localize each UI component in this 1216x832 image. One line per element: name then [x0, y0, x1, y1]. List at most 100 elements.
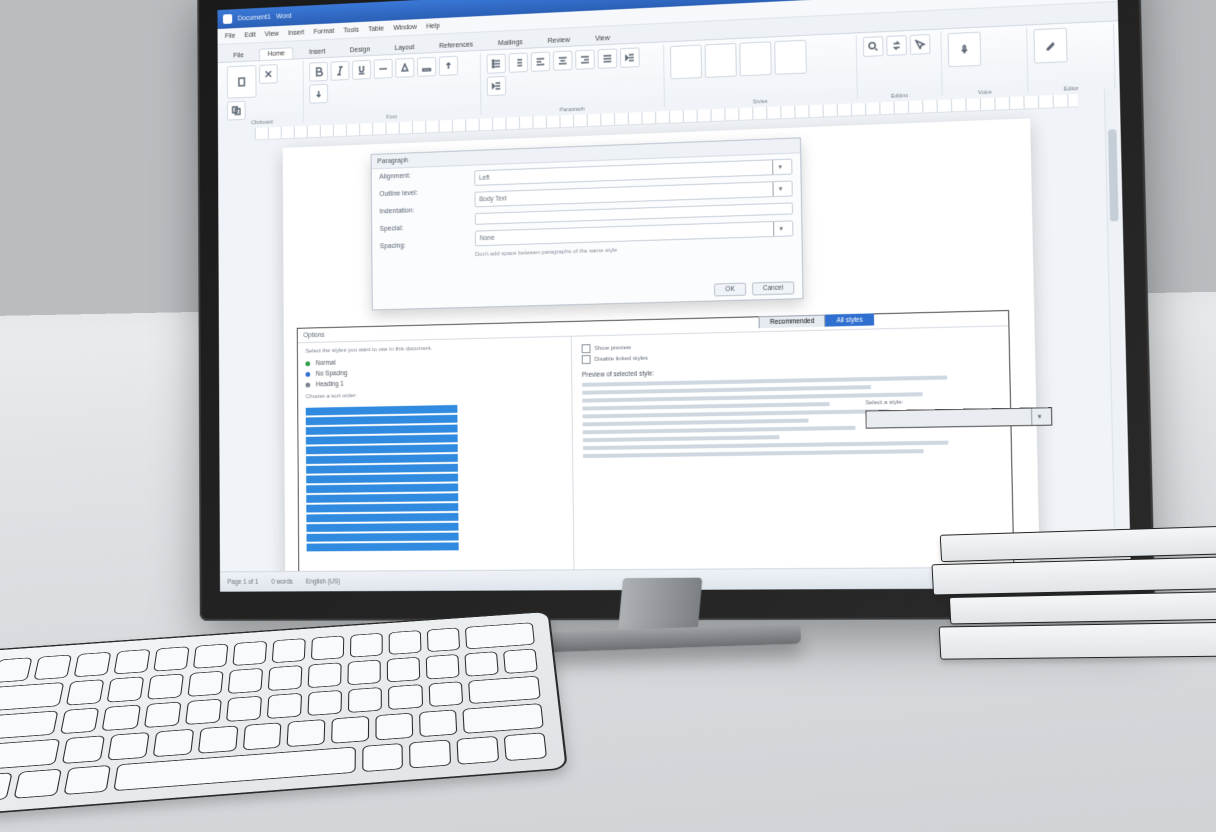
chevron-down-icon: ▾	[772, 160, 787, 174]
paragraph-dialog[interactable]: Paragraph Alignment: Outline level: Inde…	[371, 137, 804, 310]
menu-file[interactable]: File	[225, 32, 235, 39]
screen: Document1 Word ― ▢ ✕ File Edit View Inse…	[217, 0, 1131, 592]
font-color-button[interactable]	[395, 58, 414, 78]
book	[931, 556, 1216, 595]
editor-area: Paragraph Alignment: Outline level: Inde…	[218, 88, 1131, 572]
select-style-field[interactable]: ▾	[865, 407, 1052, 429]
ribbon-group-clipboard: Clipboard	[221, 61, 303, 129]
style-normal[interactable]	[670, 45, 702, 80]
cut-button[interactable]	[259, 64, 278, 84]
subtab-recommended[interactable]: Recommended	[759, 315, 826, 329]
menu-window[interactable]: Window	[393, 24, 417, 32]
style-row[interactable]	[306, 405, 458, 416]
ribbon-group-editing: Editing	[857, 31, 943, 103]
strike-button[interactable]	[373, 59, 392, 79]
chevron-down-icon: ▾	[1031, 408, 1047, 425]
menu-edit[interactable]: Edit	[244, 31, 255, 38]
align-left-button[interactable]	[531, 52, 551, 72]
scrollbar-thumb[interactable]	[1108, 129, 1119, 221]
book	[939, 621, 1216, 659]
style-row[interactable]	[306, 474, 458, 484]
underline-button[interactable]	[352, 60, 371, 80]
style-row[interactable]	[306, 483, 458, 493]
italic-button[interactable]	[330, 61, 349, 81]
ribbon-tab-references[interactable]: References	[430, 38, 481, 52]
menu-format[interactable]: Format	[313, 28, 334, 36]
dialog-label-alignment: Alignment:	[379, 171, 465, 186]
style-row[interactable]	[306, 513, 458, 522]
book-stack	[930, 525, 1216, 731]
indent-inc-button[interactable]	[487, 76, 506, 96]
ribbon-tab-design[interactable]: Design	[341, 43, 378, 56]
dialog-label-spacing: Spacing:	[380, 241, 466, 255]
ribbon-group-voice: Voice	[941, 28, 1028, 100]
align-right-button[interactable]	[576, 49, 596, 69]
copy-button[interactable]	[227, 101, 246, 121]
placeholder-line	[583, 435, 780, 442]
style-row[interactable]	[306, 454, 458, 464]
select-button[interactable]	[910, 34, 931, 55]
ribbon-tab-layout[interactable]: Layout	[386, 41, 423, 54]
status-dot-icon	[305, 361, 310, 366]
styles-left-pane: Select the styles you want to use in thi…	[298, 337, 575, 573]
style-heading1[interactable]	[705, 43, 737, 78]
style-row[interactable]	[306, 425, 458, 435]
style-row[interactable]	[306, 464, 458, 474]
bullets-button[interactable]	[487, 54, 506, 74]
ribbon-group-editor: Editor	[1027, 23, 1115, 96]
dialog-label-indent: Indentation:	[380, 206, 466, 221]
menu-table[interactable]: Table	[368, 25, 384, 32]
style-row[interactable]	[306, 533, 458, 542]
dictate-button[interactable]	[948, 32, 982, 68]
dialog-ok-button[interactable]: OK	[714, 283, 746, 297]
subtab-all-styles[interactable]: All styles	[825, 313, 874, 326]
book	[949, 590, 1216, 624]
status-page[interactable]: Page 1 of 1	[227, 578, 258, 585]
style-row[interactable]	[306, 493, 458, 503]
font-size-up-button[interactable]	[439, 56, 458, 76]
status-words[interactable]: 0 words	[271, 578, 292, 585]
ribbon-tab-view[interactable]: View	[586, 32, 618, 45]
indent-dec-button[interactable]	[620, 47, 640, 67]
justify-button[interactable]	[598, 48, 618, 68]
ribbon-tab-home[interactable]: Home	[259, 47, 293, 60]
style-row[interactable]	[306, 415, 458, 425]
replace-button[interactable]	[886, 35, 907, 56]
ribbon-tab-mailings[interactable]: Mailings	[489, 36, 531, 50]
style-row[interactable]	[306, 503, 458, 512]
highlight-button[interactable]	[417, 57, 436, 77]
subwindow-options-button[interactable]: Options	[303, 331, 324, 338]
status-lang[interactable]: English (US)	[306, 578, 340, 585]
style-title[interactable]	[774, 40, 807, 75]
special-select[interactable]: None▾	[475, 220, 794, 246]
placeholder-line	[583, 419, 809, 427]
ribbon-tab-insert[interactable]: Insert	[301, 45, 334, 58]
find-button[interactable]	[863, 36, 884, 57]
placeholder-line	[583, 449, 923, 458]
numbering-button[interactable]	[509, 53, 528, 73]
menu-view[interactable]: View	[265, 30, 279, 37]
menu-help[interactable]: Help	[426, 22, 440, 29]
style-row[interactable]	[306, 434, 458, 444]
monitor: Document1 Word ― ▢ ✕ File Edit View Inse…	[197, 0, 1155, 621]
style-row[interactable]	[306, 523, 458, 532]
ribbon-tab-file[interactable]: File	[225, 49, 252, 62]
align-center-button[interactable]	[553, 51, 573, 71]
window-title-document: Document1	[238, 14, 271, 22]
document-page[interactable]: Paragraph Alignment: Outline level: Inde…	[283, 118, 1041, 572]
styles-subwindow[interactable]: Recommended All styles Options Select th…	[297, 310, 1015, 572]
ribbon-tab-review[interactable]: Review	[539, 34, 579, 48]
style-row[interactable]	[307, 542, 459, 551]
dialog-label-outline: Outline level:	[379, 188, 465, 203]
editor-button[interactable]	[1033, 28, 1067, 64]
window-title-app: Word	[276, 13, 291, 20]
menu-insert[interactable]: Insert	[288, 29, 304, 36]
style-heading2[interactable]	[739, 41, 771, 76]
style-row[interactable]	[306, 444, 458, 454]
dialog-cancel-button[interactable]: Cancel	[752, 281, 795, 295]
status-dot-icon	[305, 372, 310, 377]
font-size-down-button[interactable]	[309, 84, 328, 104]
menu-tools[interactable]: Tools	[343, 26, 358, 33]
paste-button[interactable]	[227, 65, 257, 99]
bold-button[interactable]	[309, 62, 328, 82]
